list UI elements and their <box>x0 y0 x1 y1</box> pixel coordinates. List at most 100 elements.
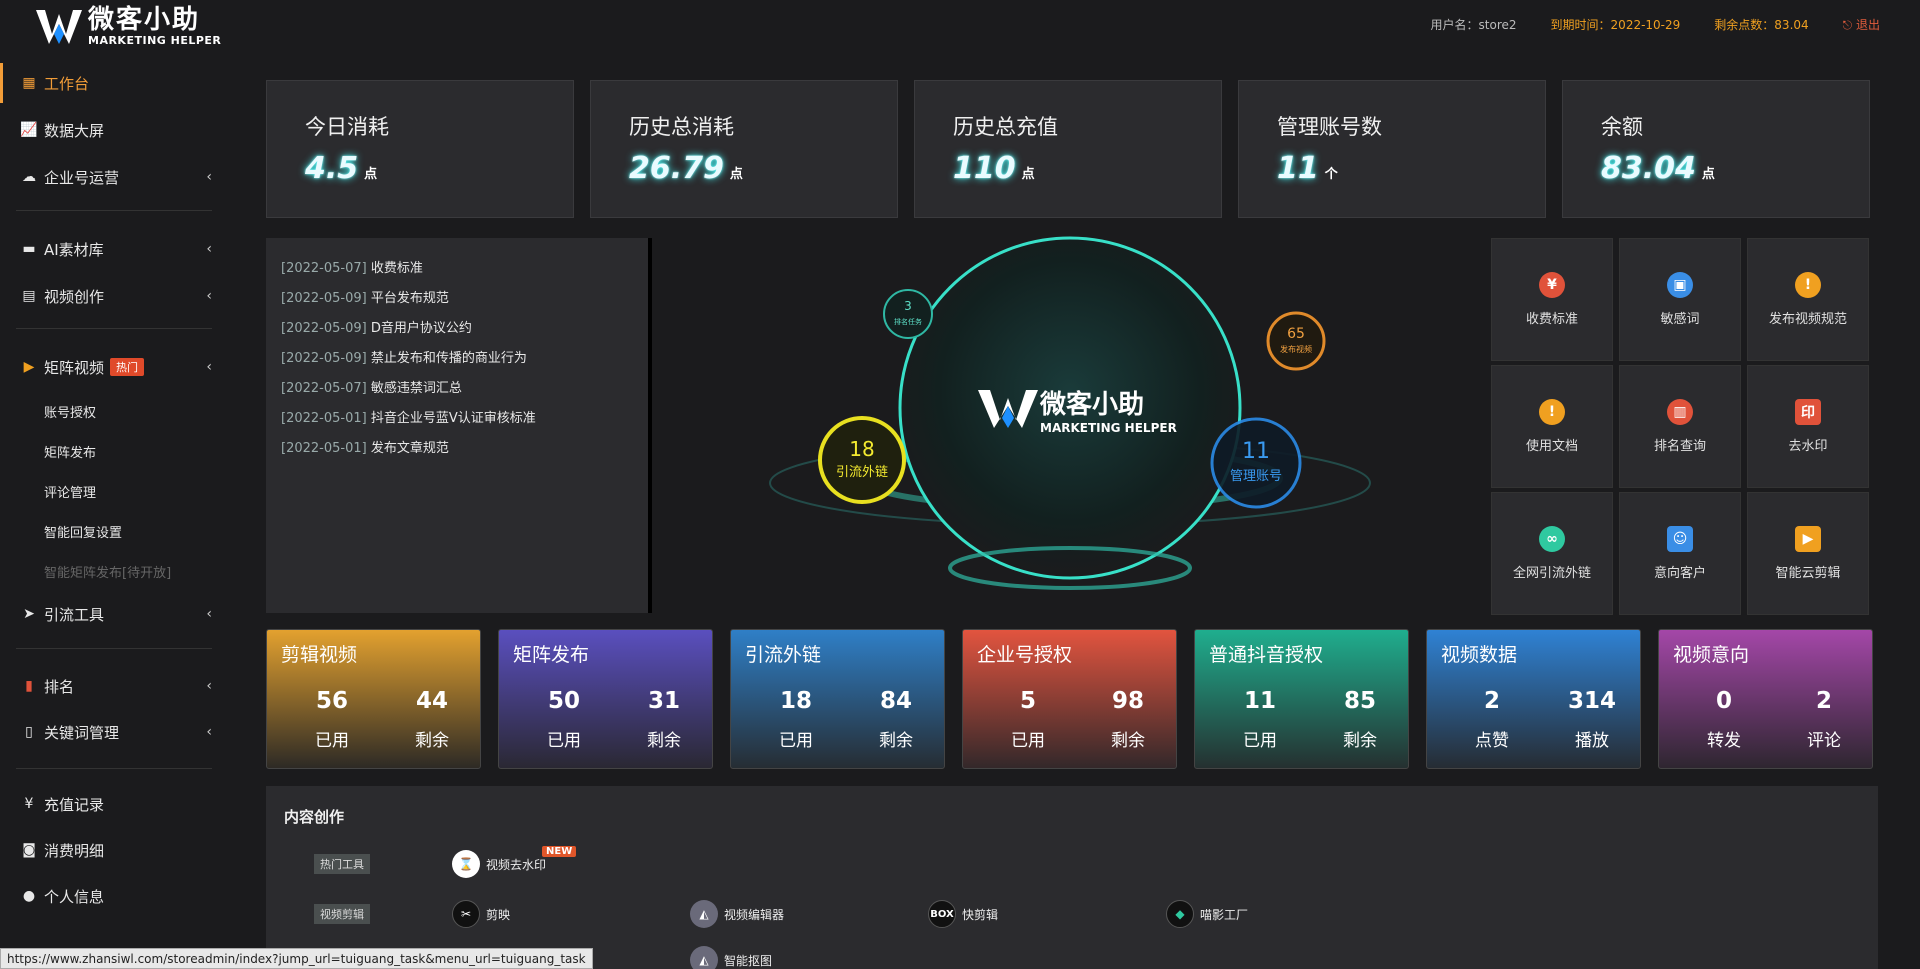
notice-item[interactable]: [2022-05-09] 禁止发布和传播的商业行为 <box>281 347 527 366</box>
feature-card-video-intent[interactable]: 视频意向 0 2 转发 评论 <box>1658 629 1873 769</box>
notice-item[interactable]: [2022-05-09] 平台发布规范 <box>281 287 449 306</box>
svg-text:引流外链: 引流外链 <box>836 465 888 480</box>
fee-icon: ¥ <box>1539 272 1565 298</box>
tool-video-editor[interactable]: ◭ 视频编辑器 <box>690 900 784 928</box>
sidebar-item-label: 引流工具 <box>44 605 105 624</box>
feature-card-matrix-publish[interactable]: 矩阵发布 50 31 已用 剩余 <box>498 629 713 769</box>
feature-card-video-data[interactable]: 视频数据 2 314 点赞 播放 <box>1426 629 1641 769</box>
tool-remove-watermark[interactable]: ⌛ 视频去水印 <box>452 850 546 878</box>
tool-jianying[interactable]: ✂ 剪映 <box>452 900 510 928</box>
send-icon: ➤ <box>23 606 35 622</box>
notice-item[interactable]: [2022-05-01] 抖音企业号蓝V认证审核标准 <box>281 407 536 426</box>
sidebar-item-workbench[interactable]: ▦ 工作台 <box>0 63 232 103</box>
bubble-managed-accounts: 11 管理账号 <box>1210 417 1302 509</box>
feature-value-a: 11 <box>1243 688 1276 714</box>
logo-title: 微客小助 <box>88 5 201 35</box>
tool-label: 视频去水印 <box>486 857 547 872</box>
briefcase-icon: ▣ <box>1667 272 1693 298</box>
feature-card-enterprise-auth[interactable]: 企业号授权 5 98 已用 剩余 <box>962 629 1177 769</box>
tile-remove-watermark[interactable]: 印 去水印 <box>1747 365 1869 488</box>
video-icon: ▶ <box>23 359 35 375</box>
stat-value: 110 点 <box>953 151 1035 186</box>
sidebar-subitem-account-auth[interactable]: 账号授权 <box>44 402 96 421</box>
tool-smart-cutout[interactable]: ◭ 智能抠图 <box>690 946 772 969</box>
sidebar-item-keyword-mgmt[interactable]: ▯ 关键词管理 ‹ <box>0 712 232 752</box>
miaoying-icon: ◆ <box>1166 900 1194 928</box>
hero-logo-subtitle: MARKETING HELPER <box>1040 421 1177 435</box>
sidebar-item-label: 个人信息 <box>44 887 105 906</box>
stat-card-balance: 余额 83.04 点 <box>1562 80 1870 218</box>
notice-item[interactable]: [2022-05-07] 收费标准 <box>281 257 423 276</box>
feature-value-b: 84 <box>879 688 912 714</box>
stat-label: 历史总消耗 <box>629 115 734 139</box>
notice-item[interactable]: [2022-05-09] D音用户协议公约 <box>281 317 472 336</box>
feature-label-a: 已用 <box>1011 731 1045 751</box>
feature-title: 视频数据 <box>1441 644 1518 666</box>
page: 微客小助 MARKETING HELPER 用户名：store2 到期时间：20… <box>0 0 1920 969</box>
box-icon: BOX <box>928 900 956 928</box>
sidebar-item-label: 消费明细 <box>44 841 105 860</box>
sidebar-item-enterprise-ops[interactable]: ☁ 企业号运营 ‹ <box>0 157 232 197</box>
sidebar-subitem-matrix-publish[interactable]: 矩阵发布 <box>44 442 96 461</box>
sidebar-item-label: 视频创作 <box>44 287 105 306</box>
notice-item[interactable]: [2022-05-01] 发布文章规范 <box>281 437 449 456</box>
sidebar-subitem-smart-reply[interactable]: 智能回复设置 <box>44 522 122 541</box>
feature-card-edit-video[interactable]: 剪辑视频 56 44 已用 剩余 <box>266 629 481 769</box>
stat-label: 历史总充值 <box>953 115 1058 139</box>
feature-card-douyin-auth[interactable]: 普通抖音授权 11 85 已用 剩余 <box>1194 629 1409 769</box>
tile-publish-rules[interactable]: ! 发布视频规范 <box>1747 238 1869 361</box>
chevron-left-icon: ‹ <box>206 724 212 740</box>
cutout-icon: ◭ <box>690 946 718 969</box>
sidebar-item-matrix-video[interactable]: ▶ 矩阵视频 热门 ‹ <box>0 347 232 387</box>
sidebar-item-consumption[interactable]: ◙ 消费明细 <box>0 830 232 870</box>
tile-fee-standard[interactable]: ¥ 收费标准 <box>1491 238 1613 361</box>
bubble-rank-tasks: 3 排名任务 <box>883 289 933 339</box>
tile-user-docs[interactable]: ! 使用文档 <box>1491 365 1613 488</box>
sidebar-subitem-comment-mgmt[interactable]: 评论管理 <box>44 482 96 501</box>
tool-label: 快剪辑 <box>962 907 999 922</box>
tool-kuaijianji[interactable]: BOX 快剪辑 <box>928 900 998 928</box>
tile-sensitive-words[interactable]: ▣ 敏感词 <box>1619 238 1741 361</box>
feature-card-traffic-links[interactable]: 引流外链 18 84 已用 剩余 <box>730 629 945 769</box>
sidebar-item-label: 充值记录 <box>44 795 105 814</box>
feature-title: 企业号授权 <box>977 644 1073 666</box>
sidebar-item-ai-library[interactable]: ▬ AI素材库 ‹ <box>0 229 232 269</box>
sidebar-item-data-screen[interactable]: 📈 数据大屏 <box>0 110 232 150</box>
sidebar-item-recharge[interactable]: ¥ 充值记录 <box>0 784 232 824</box>
tool-label: 智能抠图 <box>724 953 773 968</box>
feature-title: 剪辑视频 <box>281 644 358 666</box>
person-icon: ☺ <box>1667 526 1693 552</box>
tile-label: 意向客户 <box>1653 566 1706 581</box>
tile-intent-customers[interactable]: ☺ 意向客户 <box>1619 492 1741 615</box>
feature-value-b: 2 <box>1815 688 1832 714</box>
logout-link[interactable]: ⎋ 退出 <box>1843 16 1880 33</box>
sidebar-item-profile[interactable]: ● 个人信息 <box>0 876 232 916</box>
svg-text:11: 11 <box>1242 439 1270 464</box>
notice-item[interactable]: [2022-05-07] 敏感违禁词汇总 <box>281 377 462 396</box>
sidebar-item-label: 数据大屏 <box>44 121 105 140</box>
sidebar-item-ranking[interactable]: ▮ 排名 ‹ <box>0 666 232 706</box>
feature-title: 矩阵发布 <box>513 644 590 666</box>
tile-label: 发布视频规范 <box>1768 312 1847 327</box>
logo[interactable]: 微客小助 MARKETING HELPER <box>36 6 221 47</box>
chart-icon: 📈 <box>20 122 38 138</box>
camera-icon: ▶ <box>1795 526 1821 552</box>
feature-label-a: 已用 <box>779 731 813 751</box>
section-title: 内容创作 <box>284 808 345 826</box>
tile-label: 收费标准 <box>1525 312 1578 327</box>
hero-visual: 微客小助 MARKETING HELPER 3 排名任务 65 发布视频 18 … <box>769 236 1371 590</box>
sidebar-item-video-creation[interactable]: ▤ 视频创作 ‹ <box>0 276 232 316</box>
tile-cloud-editing[interactable]: ▶ 智能云剪辑 <box>1747 492 1869 615</box>
sidebar-item-traffic-tools[interactable]: ➤ 引流工具 ‹ <box>0 594 232 634</box>
video-editor-icon: ◭ <box>690 900 718 928</box>
stat-card-accounts: 管理账号数 11 个 <box>1238 80 1546 218</box>
tile-rank-query[interactable]: ▥ 排名查询 <box>1619 365 1741 488</box>
divider <box>16 210 212 211</box>
jianying-icon: ✂ <box>452 900 480 928</box>
tile-traffic-links[interactable]: ∞ 全网引流外链 <box>1491 492 1613 615</box>
username-text: 用户名：store2 <box>1430 18 1517 32</box>
tool-miaoying[interactable]: ◆ 喵影工厂 <box>1166 900 1248 928</box>
feature-title: 视频意向 <box>1673 644 1750 666</box>
sidebar-item-label: 企业号运营 <box>44 168 120 187</box>
cloud-icon: ☁ <box>22 169 36 185</box>
